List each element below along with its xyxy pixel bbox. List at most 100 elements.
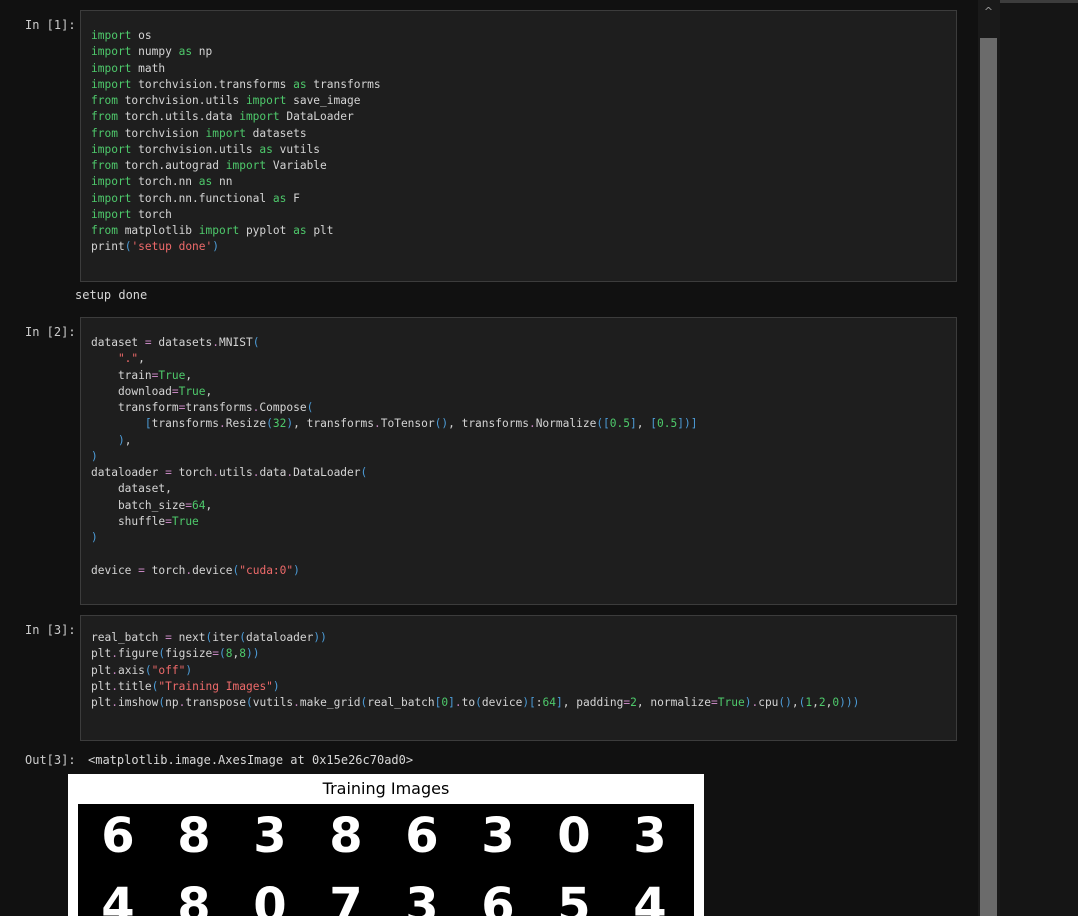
code-token: =: [711, 696, 718, 709]
code-token: 64: [192, 498, 206, 512]
code-token: (: [239, 631, 246, 644]
code-token: ): [212, 240, 220, 254]
code-token: torch.utils.data: [117, 110, 240, 124]
code-token: figsize: [165, 647, 213, 661]
vertical-scrollbar-thumb[interactable]: [980, 38, 997, 916]
code-token: (: [144, 663, 152, 677]
scroll-up-arrow-icon[interactable]: ^: [980, 3, 997, 21]
digit-image: 6: [481, 878, 515, 916]
digit-image: 4: [633, 878, 667, 916]
code-token: axis: [117, 663, 145, 677]
digit-image: 3: [253, 808, 287, 864]
code-token: ): [185, 663, 193, 677]
code-token: torch: [144, 563, 186, 577]
digit-image: 8: [177, 808, 211, 864]
code-line: plt.figure(figsize=(8,8)): [91, 646, 946, 662]
code-line: train=True,: [91, 368, 946, 384]
code-token: plt: [91, 647, 112, 661]
code-token: import: [91, 142, 132, 156]
digit-image: 3: [633, 808, 667, 864]
code-token: import: [91, 175, 132, 189]
code-token: =: [171, 384, 179, 398]
code-token: plt: [306, 224, 334, 237]
code-token: =: [138, 563, 145, 577]
code-line: ),: [91, 433, 946, 449]
image-grid: 6838630348073654: [78, 804, 694, 916]
code-token: import: [239, 110, 280, 124]
code-token: (): [778, 696, 792, 709]
code-token: torchvision.utils: [131, 142, 260, 156]
digit-image: 6: [101, 808, 135, 864]
code-token: ,: [138, 352, 145, 366]
code-token: math: [131, 61, 166, 75]
code-token: (: [219, 647, 226, 661]
code-token: Compose: [259, 401, 307, 414]
code-token: from: [91, 126, 118, 140]
code-token: 'setup done': [131, 240, 213, 254]
digit-image: 8: [329, 808, 363, 864]
code-token: True: [178, 384, 206, 398]
code-token: os: [131, 29, 152, 42]
digit-image: 8: [177, 878, 211, 916]
code-token: (: [475, 696, 482, 709]
code-token: .: [212, 466, 220, 479]
code-token: to: [461, 696, 476, 709]
code-token: transforms: [151, 417, 219, 431]
code-token: ,: [812, 696, 819, 709]
code-token: :: [535, 696, 543, 709]
cell-prompt-1: In [1]:: [25, 18, 76, 32]
code-token: numpy: [131, 45, 179, 59]
code-token: ): [117, 433, 125, 447]
code-line: import torch.nn as nn: [91, 174, 946, 190]
code-token: as: [293, 77, 307, 91]
code-token: , padding: [562, 696, 624, 709]
code-editor-3[interactable]: real_batch = next(iter(dataloader)) plt.f…: [81, 616, 956, 711]
code-token: from: [91, 110, 118, 124]
code-token: plt: [91, 679, 112, 693]
code-token: ): [272, 679, 280, 693]
code-token: )[: [522, 696, 536, 709]
code-token: "Training Images": [158, 679, 273, 693]
code-token: DataLoader: [279, 110, 354, 124]
digit-image: 4: [101, 878, 135, 916]
code-cell-1[interactable]: import os import numpy as np import math im…: [80, 10, 957, 282]
digit-image: 3: [405, 878, 439, 916]
code-token: ([: [596, 417, 610, 431]
code-line: download=True,: [91, 384, 946, 400]
code-token: =: [165, 631, 172, 644]
code-token: [: [650, 417, 657, 431]
code-line: dataloader = torch.utils.data.DataLoader…: [91, 465, 946, 481]
code-token: True: [171, 514, 199, 528]
code-editor-1[interactable]: import os import numpy as np import math im…: [81, 11, 956, 256]
code-token: np: [165, 696, 179, 709]
code-token: (: [246, 696, 253, 709]
cell-out-prompt-3: Out[3]:: [25, 753, 76, 767]
code-token: dataset,: [91, 482, 172, 496]
code-token: 2: [630, 696, 637, 709]
code-token: ,: [205, 384, 213, 398]
code-token: ): [91, 449, 98, 463]
code-token: print: [91, 240, 125, 254]
code-line: import torchvision.transforms as transfo…: [91, 77, 946, 93]
code-token: )): [246, 647, 260, 661]
code-line: from torch.autograd import Variable: [91, 158, 946, 174]
code-token: real_batch: [367, 696, 435, 709]
code-token: make_grid: [299, 696, 361, 709]
code-token: torchvision: [117, 126, 206, 140]
right-side-panel: [1000, 3, 1078, 916]
code-line: dataset,: [91, 481, 946, 497]
code-token: dataloader: [91, 466, 166, 479]
code-token: next: [171, 631, 206, 644]
code-token: datasets: [245, 126, 307, 140]
code-token: pyplot: [239, 224, 294, 237]
code-token: utils: [219, 466, 253, 479]
code-token: dataset: [91, 336, 145, 349]
code-token: )): [313, 631, 327, 644]
code-token: transpose: [185, 696, 246, 709]
code-token: 0.5: [657, 417, 678, 431]
code-cell-2[interactable]: dataset = datasets.MNIST( ".", train=Tru…: [80, 317, 957, 605]
code-token: vutils: [272, 142, 321, 156]
code-cell-3[interactable]: real_batch = next(iter(dataloader)) plt.f…: [80, 615, 957, 741]
code-token: transforms: [306, 77, 381, 91]
code-editor-2[interactable]: dataset = datasets.MNIST( ".", train=Tru…: [81, 318, 956, 579]
